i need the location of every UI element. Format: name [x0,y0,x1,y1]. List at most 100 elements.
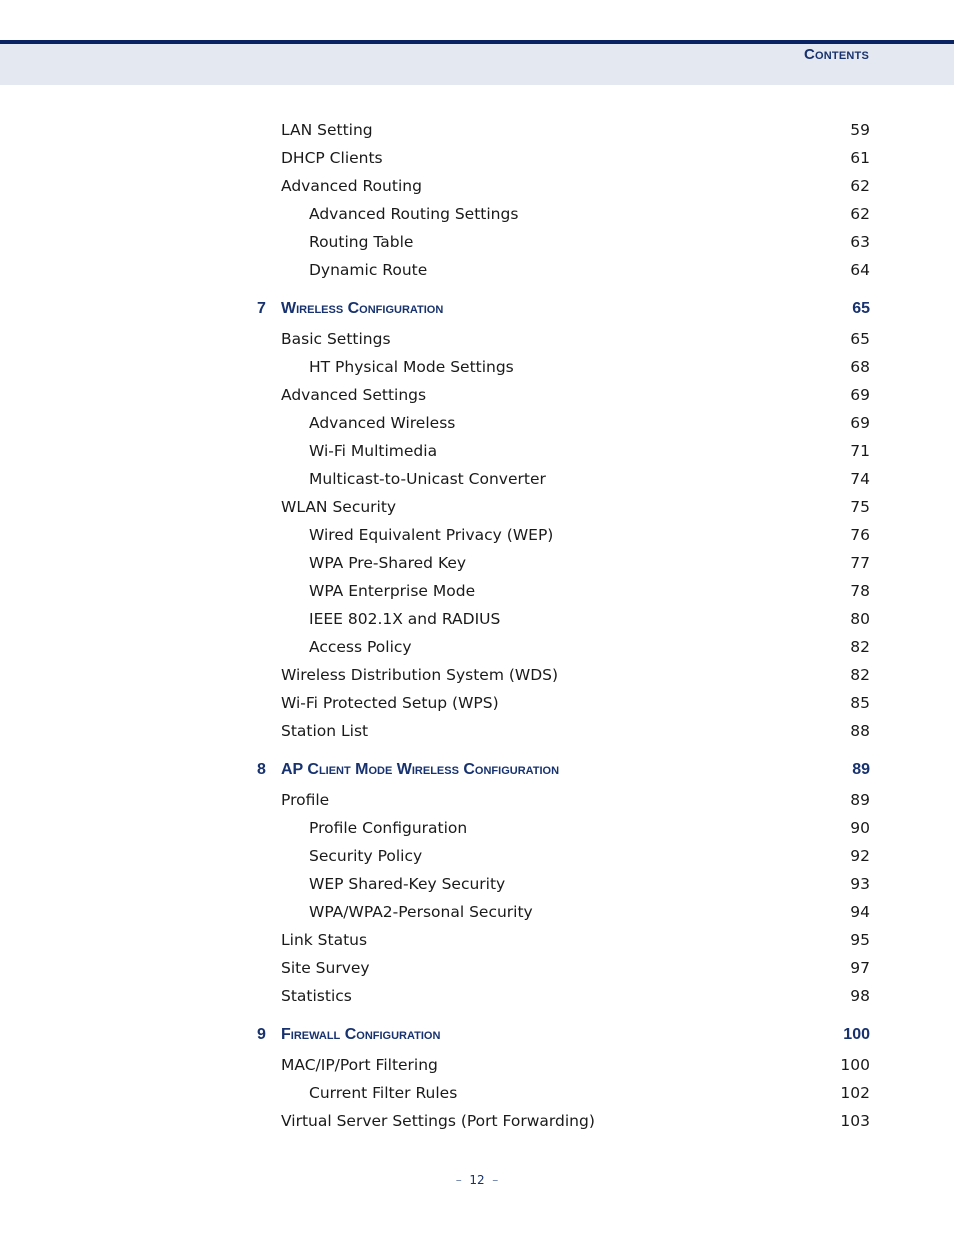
toc-entry[interactable]: WEP Shared-Key Security 93 [0,870,954,898]
page-ref[interactable]: 69 [850,414,870,432]
toc-entry[interactable]: Wi-Fi Multimedia 71 [0,437,954,465]
page-ref[interactable]: 100 [843,1026,870,1044]
entry-title[interactable]: Advanced Settings [281,386,426,404]
entry-title[interactable]: Dynamic Route [309,261,427,279]
entry-title[interactable]: Routing Table [309,233,413,251]
entry-title[interactable]: Access Policy [309,638,412,656]
toc-entry[interactable]: Wired Equivalent Privacy (WEP) 76 [0,521,954,549]
entry-title[interactable]: Current Filter Rules [309,1084,457,1102]
page-ref[interactable]: 62 [850,205,870,223]
toc-entry[interactable]: Profile 89 [0,786,954,814]
page-ref[interactable]: 75 [850,498,870,516]
toc-entry[interactable]: DHCP Clients 61 [0,144,954,172]
chapter-title[interactable]: Firewall Configuration [281,1026,440,1044]
page-ref[interactable]: 78 [850,582,870,600]
toc-chapter-entry[interactable]: 9 Firewall Configuration 100 [0,1022,954,1051]
entry-title[interactable]: Link Status [281,931,367,949]
toc-entry[interactable]: Wireless Distribution System (WDS) 82 [0,661,954,689]
entry-title[interactable]: WPA/WPA2-Personal Security [309,903,533,921]
page-ref[interactable]: 65 [850,330,870,348]
toc-entry[interactable]: Routing Table 63 [0,228,954,256]
page-ref[interactable]: 85 [850,694,870,712]
page-ref[interactable]: 77 [850,554,870,572]
entry-title[interactable]: DHCP Clients [281,149,383,167]
entry-title[interactable]: MAC/IP/Port Filtering [281,1056,438,1074]
page-ref[interactable]: 89 [850,791,870,809]
page-ref[interactable]: 76 [850,526,870,544]
toc-entry[interactable]: WPA Pre-Shared Key 77 [0,549,954,577]
entry-title[interactable]: Wi-Fi Multimedia [309,442,437,460]
entry-title[interactable]: Site Survey [281,959,370,977]
toc-entry[interactable]: WPA/WPA2-Personal Security 94 [0,898,954,926]
page-ref[interactable]: 94 [850,903,870,921]
entry-title[interactable]: WLAN Security [281,498,396,516]
entry-title[interactable]: Wireless Distribution System (WDS) [281,666,558,684]
page-ref[interactable]: 82 [850,638,870,656]
entry-title[interactable]: LAN Setting [281,121,373,139]
toc-chapter-entry[interactable]: 8 AP Client Mode Wireless Configuration 89 [0,757,954,786]
page-ref[interactable]: 98 [850,987,870,1005]
entry-title[interactable]: WEP Shared-Key Security [309,875,505,893]
toc-entry[interactable]: Basic Settings 65 [0,325,954,353]
toc-entry[interactable]: Access Policy 82 [0,633,954,661]
toc-entry[interactable]: Statistics 98 [0,982,954,1010]
toc-entry[interactable]: Station List 88 [0,717,954,745]
toc-entry[interactable]: Dynamic Route 64 [0,256,954,284]
toc-entry[interactable]: MAC/IP/Port Filtering 100 [0,1051,954,1079]
entry-title[interactable]: Security Policy [309,847,422,865]
page-ref[interactable]: 80 [850,610,870,628]
page-ref[interactable]: 89 [852,761,870,779]
toc-entry[interactable]: Current Filter Rules 102 [0,1079,954,1107]
page-ref[interactable]: 68 [850,358,870,376]
toc-entry[interactable]: LAN Setting 59 [0,116,954,144]
page-ref[interactable]: 93 [850,875,870,893]
page-ref[interactable]: 88 [850,722,870,740]
entry-title[interactable]: HT Physical Mode Settings [309,358,514,376]
entry-title[interactable]: Virtual Server Settings (Port Forwarding… [281,1112,595,1130]
entry-title[interactable]: Statistics [281,987,352,1005]
toc-entry[interactable]: Profile Configuration 90 [0,814,954,842]
page-ref[interactable]: 69 [850,386,870,404]
entry-title[interactable]: Station List [281,722,368,740]
page-ref[interactable]: 82 [850,666,870,684]
toc-entry[interactable]: Virtual Server Settings (Port Forwarding… [0,1107,954,1135]
toc-entry[interactable]: Security Policy 92 [0,842,954,870]
entry-title[interactable]: WPA Enterprise Mode [309,582,475,600]
page-ref[interactable]: 62 [850,177,870,195]
page-ref[interactable]: 103 [840,1112,870,1130]
page-ref[interactable]: 59 [850,121,870,139]
entry-title[interactable]: Advanced Routing Settings [309,205,518,223]
entry-title[interactable]: Profile Configuration [309,819,467,837]
entry-title[interactable]: Multicast-to-Unicast Converter [309,470,546,488]
page-ref[interactable]: 95 [850,931,870,949]
page-ref[interactable]: 90 [850,819,870,837]
toc-entry[interactable]: Advanced Wireless 69 [0,409,954,437]
toc-entry[interactable]: Advanced Settings 69 [0,381,954,409]
page-ref[interactable]: 102 [840,1084,870,1102]
entry-title[interactable]: Advanced Wireless [309,414,455,432]
page-ref[interactable]: 74 [850,470,870,488]
toc-chapter-entry[interactable]: 7 Wireless Configuration 65 [0,296,954,325]
page-ref[interactable]: 97 [850,959,870,977]
chapter-title[interactable]: Wireless Configuration [281,300,443,318]
page-ref[interactable]: 92 [850,847,870,865]
toc-entry[interactable]: Advanced Routing Settings 62 [0,200,954,228]
entry-title[interactable]: Profile [281,791,329,809]
entry-title[interactable]: Wi-Fi Protected Setup (WPS) [281,694,499,712]
toc-entry[interactable]: Link Status 95 [0,926,954,954]
toc-entry[interactable]: IEEE 802.1X and RADIUS 80 [0,605,954,633]
toc-entry[interactable]: HT Physical Mode Settings 68 [0,353,954,381]
page-ref[interactable]: 100 [840,1056,870,1074]
page-ref[interactable]: 63 [850,233,870,251]
entry-title[interactable]: Wired Equivalent Privacy (WEP) [309,526,553,544]
toc-entry[interactable]: Advanced Routing 62 [0,172,954,200]
toc-entry[interactable]: Multicast-to-Unicast Converter 74 [0,465,954,493]
toc-entry[interactable]: WLAN Security 75 [0,493,954,521]
page-ref[interactable]: 64 [850,261,870,279]
entry-title[interactable]: WPA Pre-Shared Key [309,554,466,572]
toc-entry[interactable]: WPA Enterprise Mode 78 [0,577,954,605]
chapter-title[interactable]: AP Client Mode Wireless Configuration [281,761,559,779]
entry-title[interactable]: Advanced Routing [281,177,422,195]
entry-title[interactable]: IEEE 802.1X and RADIUS [309,610,500,628]
toc-entry[interactable]: Wi-Fi Protected Setup (WPS) 85 [0,689,954,717]
